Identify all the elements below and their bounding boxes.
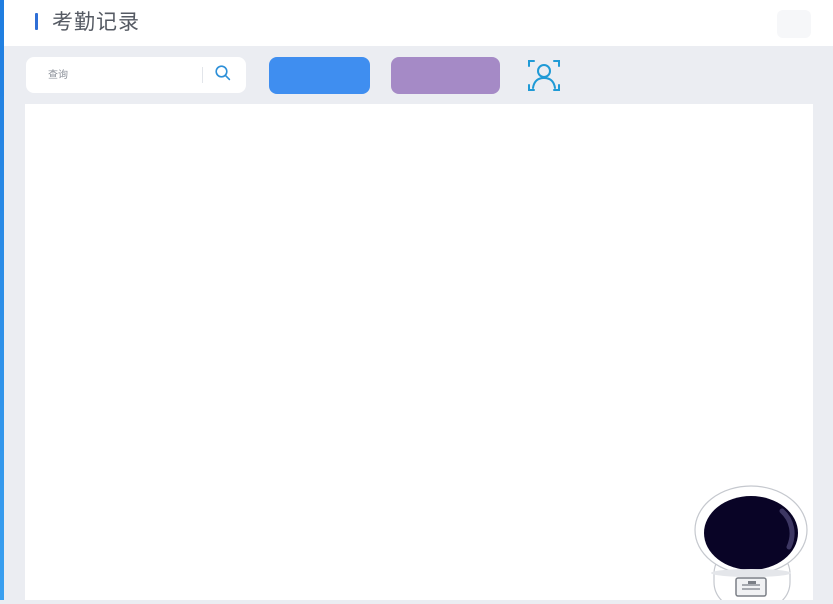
search-button[interactable] <box>208 61 238 89</box>
search-divider <box>202 67 203 83</box>
primary-action-button[interactable] <box>269 57 370 94</box>
header-corner-button[interactable] <box>777 10 811 38</box>
search-input[interactable] <box>38 65 208 85</box>
page-header: 考勤记录 <box>4 0 833 46</box>
astronaut-illustration <box>692 484 812 604</box>
page-title: 考勤记录 <box>52 10 140 34</box>
secondary-action-button[interactable] <box>391 57 500 94</box>
face-scan-icon <box>526 60 562 98</box>
search-icon <box>214 64 232 86</box>
face-recognition-button[interactable] <box>526 57 562 94</box>
window-left-edge <box>0 0 4 600</box>
title-accent-bar <box>35 13 38 30</box>
search-box <box>26 57 246 93</box>
